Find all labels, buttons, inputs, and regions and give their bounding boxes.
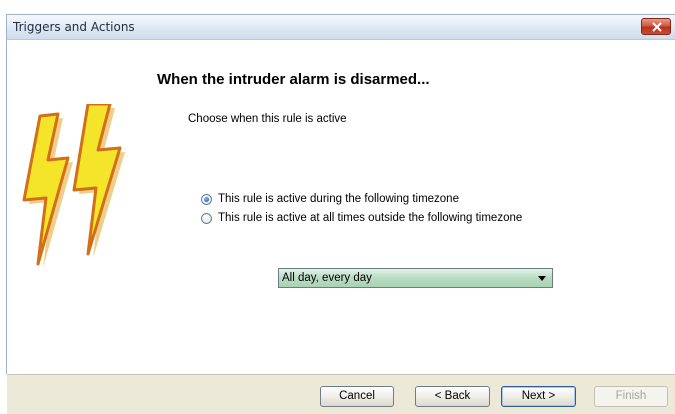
window-title: Triggers and Actions (13, 20, 135, 34)
page-subheading: Choose when this rule is active (188, 113, 347, 125)
close-icon (652, 22, 662, 32)
radio-outside-timezone[interactable] (201, 212, 212, 224)
lightning-bolt-icon (22, 104, 125, 268)
timezone-select[interactable]: All day, every day (278, 268, 553, 288)
option-outside-timezone-label: This rule is active at all times outside… (218, 212, 523, 224)
finish-button: Finish (594, 386, 668, 407)
timezone-select-value: All day, every day (282, 272, 372, 284)
back-button[interactable]: < Back (415, 386, 490, 407)
option-during-timezone-label: This rule is active during the following… (218, 193, 459, 205)
triggers-actions-window: Triggers and Actions When the intruder a… (0, 0, 675, 414)
title-bar: Triggers and Actions (6, 14, 675, 40)
page-heading: When the intruder alarm is disarmed... (157, 71, 430, 88)
chevron-down-icon[interactable] (538, 276, 546, 281)
option-outside-timezone[interactable]: This rule is active at all times outside… (201, 212, 522, 224)
option-during-timezone[interactable]: This rule is active during the following… (201, 193, 459, 205)
radio-during-timezone[interactable] (201, 193, 212, 205)
close-button[interactable] (641, 18, 671, 35)
cancel-button[interactable]: Cancel (320, 386, 394, 407)
wizard-footer: Cancel < Back Next > Finish (7, 374, 675, 414)
next-button[interactable]: Next > (501, 386, 576, 407)
